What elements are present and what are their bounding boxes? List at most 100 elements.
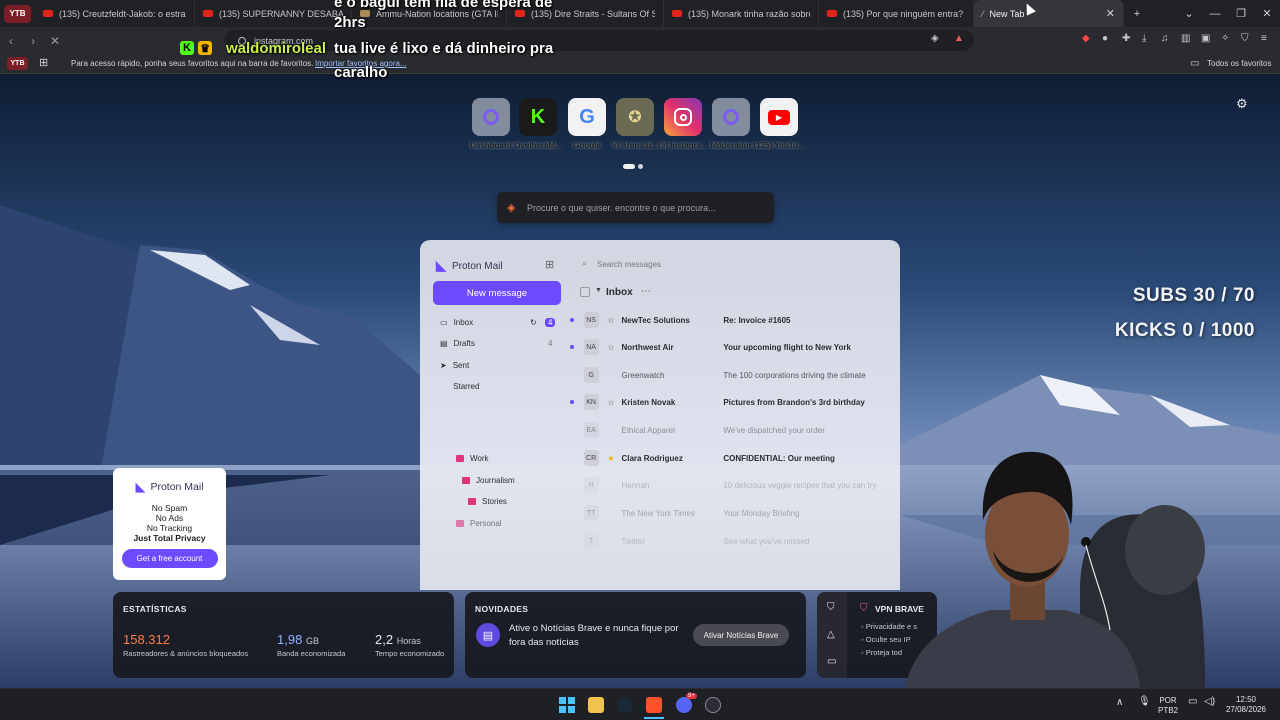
message-row[interactable]: NS ☆ NewTec Solutions Re: Invoice #1605 <box>570 311 890 329</box>
star-icon[interactable]: ☆ <box>605 316 618 325</box>
profile-bookmark[interactable]: YTB <box>7 57 28 70</box>
message-row[interactable]: H Hannah 10 delicious veggie recipes that … <box>570 476 890 494</box>
all-bookmarks[interactable]: Todos os favoritos <box>1207 59 1271 68</box>
brave-shields-icon[interactable]: ◈ <box>931 33 939 44</box>
star-icon[interactable]: ☆ <box>605 343 618 352</box>
minimize-icon[interactable]: — <box>1202 8 1228 20</box>
profile-badge[interactable]: YTB <box>4 4 31 23</box>
news-widget: NOVIDADES ▤ Ative o Notícias Brave e nun… <box>465 592 806 678</box>
leo-ai-icon[interactable]: ✧ <box>1221 33 1229 44</box>
folder-sent[interactable]: ➤ Sent <box>440 361 469 370</box>
time-value: 2,2 <box>375 632 394 647</box>
stats-widget: ESTATÍSTICAS 158.312 Rastreadores & anún… <box>113 592 454 678</box>
message-row[interactable]: CR ★ Clara Rodriguez CONFIDENTIAL: Our meet… <box>570 449 890 467</box>
tab-5[interactable]: (135) Monark tinha razão sobre o <box>664 0 819 27</box>
folder-label: Drafts <box>453 339 475 348</box>
folder-personal[interactable]: Personal <box>456 519 502 528</box>
folder-drafts[interactable]: ▤ Drafts 4 <box>440 339 552 348</box>
message-row[interactable]: TT The New York Times Your Monday Briefing <box>570 504 890 522</box>
time-stat: 2,2 Horas <box>375 632 421 647</box>
message-row[interactable]: KN ☆ Kristen Novak Pictures from Brandon's … <box>570 393 890 411</box>
trackers-label: Rastreadores & anúncios bloqueados <box>123 649 249 658</box>
tab-new-tab[interactable]: ⁄ New Tab ✕ <box>974 0 1124 27</box>
file-explorer-icon[interactable] <box>588 697 604 713</box>
network-icon[interactable]: ▭ <box>1188 697 1197 707</box>
gear-icon[interactable]: ⚙ <box>1236 96 1248 112</box>
vpn-item: ◦ Oculte seu IP <box>861 635 911 644</box>
talk-icon[interactable]: ▭ <box>827 656 836 667</box>
tab-1[interactable]: (135) Creutzfeldt-Jakob: o estranho <box>35 0 195 27</box>
more-icon[interactable]: ⋯ <box>641 286 651 297</box>
sidebar-icon[interactable]: ▥ <box>1181 33 1190 44</box>
star-icon[interactable]: ★ <box>605 454 618 463</box>
folder-label: Journalism <box>476 476 515 485</box>
folder-label: Work <box>470 454 489 463</box>
apps-icon[interactable]: ⊞ <box>39 56 48 69</box>
tab-label: (135) Monark tinha razão sobre o <box>688 8 810 19</box>
message-row[interactable]: EA Ethical Apparel We've dispatched your o… <box>570 421 890 439</box>
brave-icon[interactable] <box>646 697 662 713</box>
wallet-icon[interactable]: ▣ <box>1201 33 1210 44</box>
microphone-icon[interactable]: 🎙 <box>1138 697 1151 707</box>
close-tab-icon[interactable]: ✕ <box>1106 7 1115 20</box>
stop-icon[interactable]: ✕ <box>44 34 66 48</box>
taskbar: 9+ ∧ 🎙 POR PTB2 ▭ ◁) 12:50 27/08/2026 <box>0 688 1280 720</box>
get-free-account-button[interactable]: Get a free account <box>121 549 218 568</box>
chat-message: tua live é lixo e dá dinheiro pra <box>334 40 554 57</box>
shield-icon[interactable]: ⛉ <box>827 602 835 613</box>
discord-icon[interactable] <box>676 697 692 713</box>
message-row[interactable]: G Greenwatch The 100 corporations driving … <box>570 366 890 384</box>
vpn-item-text: Proteja tod <box>865 648 903 657</box>
folder-inbox[interactable]: ▭ Inbox ↻ 4 <box>440 318 556 327</box>
folder-label: Sent <box>452 361 470 370</box>
search-input[interactable]: ◈ Procure o que quiser. encontre o que p… <box>497 192 774 223</box>
star-icon[interactable]: ☆ <box>605 398 618 407</box>
maximize-icon[interactable]: ❐ <box>1228 7 1254 20</box>
avatar: CR <box>583 450 599 466</box>
refresh-icon[interactable]: ↻ <box>530 318 537 327</box>
message-row[interactable]: NA ☆ Northwest Air Your upcoming flight to … <box>570 338 890 356</box>
apps-grid-icon[interactable]: ⊞ <box>545 258 554 271</box>
input-language[interactable]: POR PTB2 <box>1156 696 1180 716</box>
extensions-icon[interactable]: ✚ <box>1122 33 1130 44</box>
windows-start-icon[interactable] <box>559 697 575 713</box>
tab-search-icon[interactable]: ⌄ <box>1176 7 1202 20</box>
folder-journalism[interactable]: Journalism <box>462 476 515 485</box>
extension-icon[interactable]: ● <box>1102 33 1108 44</box>
chevron-down-icon[interactable]: ▼ <box>595 287 602 294</box>
volume-icon[interactable]: ◁) <box>1204 697 1215 707</box>
new-tab-button[interactable]: + <box>1124 8 1150 20</box>
forward-icon[interactable]: › <box>22 34 44 48</box>
chevron-up-icon[interactable]: ∧ <box>1116 698 1123 708</box>
close-window-icon[interactable]: ✕ <box>1254 7 1280 20</box>
shortcut-youtube[interactable]: ▶ (135) YouTu... <box>744 98 814 150</box>
enable-news-button[interactable]: Ativar Notícias Brave <box>693 624 789 646</box>
app-icon[interactable] <box>705 697 721 713</box>
new-message-button[interactable]: New message <box>433 281 561 305</box>
brave-rewards-icon[interactable]: ▲ <box>954 33 964 44</box>
clock-date: 27/08/2026 <box>1225 705 1267 714</box>
downloads-icon[interactable]: ⤓ <box>1142 33 1146 44</box>
folder-stories[interactable]: Stories <box>468 497 507 506</box>
message-row[interactable]: T Twitter See what you've missed <box>570 532 890 550</box>
steam-icon[interactable] <box>617 697 633 713</box>
message-subject: We've dispatched your order <box>723 425 825 435</box>
folder-starred[interactable]: ★ Starred <box>440 382 479 391</box>
menu-icon[interactable]: ≡ <box>1261 33 1267 44</box>
folder-work[interactable]: Work <box>456 454 489 463</box>
tab-6[interactable]: (135) Por que ninguém entra? - Yo <box>819 0 974 27</box>
bookmarks-prompt: Para acesso rápido, ponha seus favoritos… <box>71 59 314 68</box>
rewards-icon[interactable]: △ <box>827 629 835 640</box>
tab-2[interactable]: (135) SUPERNANNY DESABAFA so <box>195 0 352 27</box>
bookmarks-bar: YTB ⊞ Para acesso rápido, ponha seus fav… <box>0 54 1280 74</box>
extension-icon[interactable]: ◆ <box>1082 33 1090 44</box>
page-dot[interactable] <box>638 164 643 169</box>
protonmail-search[interactable]: Search messages <box>597 260 661 269</box>
clock[interactable]: 12:50 27/08/2026 <box>1222 695 1270 715</box>
media-icon[interactable]: ♫ <box>1161 33 1169 44</box>
select-all-checkbox[interactable] <box>580 287 590 297</box>
page-dot-active[interactable] <box>623 164 635 169</box>
vpn-icon[interactable]: ⛉ <box>1241 33 1249 44</box>
avatar: EA <box>583 422 599 438</box>
back-icon[interactable]: ‹ <box>0 34 22 48</box>
